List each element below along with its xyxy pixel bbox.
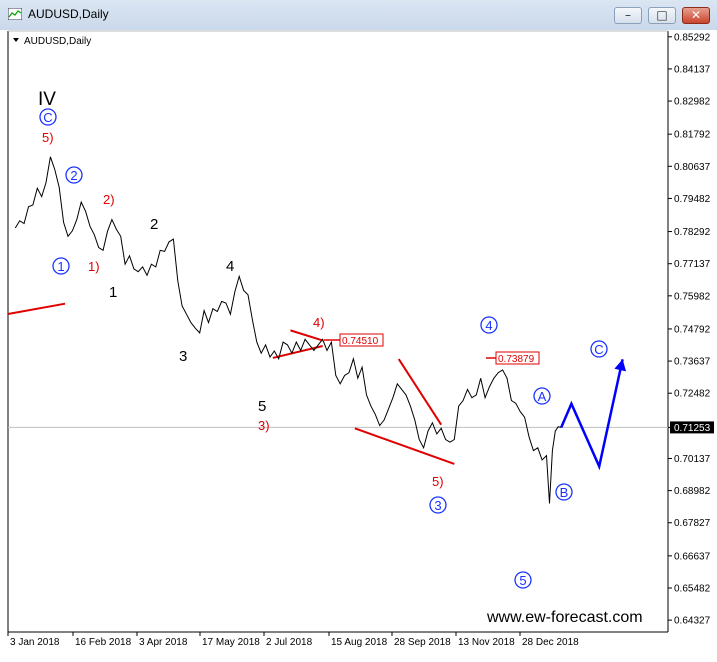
date-tick-label: 15 Aug 2018 xyxy=(331,637,388,648)
wave-label-red-4: 4) xyxy=(313,315,325,330)
date-tick-label: 28 Sep 2018 xyxy=(394,637,451,648)
svg-text:C: C xyxy=(43,110,52,125)
current-price-label: 0.71253 xyxy=(674,423,711,434)
price-chart[interactable]: 0.85292 0.84137 0.82982 0.81792 0.80637 0.794… xyxy=(0,30,717,658)
wave-label-red-5-low: 5) xyxy=(432,474,444,489)
price-tick-label: 0.80637 xyxy=(674,162,711,173)
price-tick-label: 0.73637 xyxy=(674,357,711,368)
wave-label-red-3: 3) xyxy=(258,418,270,433)
price-tick-label: 0.82982 xyxy=(674,97,711,108)
price-tick-label: 0.75982 xyxy=(674,291,711,302)
price-tick-label: 0.81792 xyxy=(674,130,711,141)
maximize-icon: □ xyxy=(656,8,668,22)
svg-text:A: A xyxy=(538,389,547,404)
svg-text:5: 5 xyxy=(519,573,526,588)
price-tick-label: 0.64327 xyxy=(674,616,711,627)
svg-text:B: B xyxy=(560,485,569,500)
chart-area[interactable]: 0.85292 0.84137 0.82982 0.81792 0.80637 0.794… xyxy=(0,30,717,658)
price-tick-label: 0.68982 xyxy=(674,486,711,497)
price-tick-label: 0.78292 xyxy=(674,227,711,238)
price-tick-label: 0.79482 xyxy=(674,194,711,205)
minimize-button[interactable]: – xyxy=(614,7,642,24)
symbol-label: AUDUSD,Daily xyxy=(24,36,91,47)
wave-label-black-3: 3 xyxy=(179,348,187,365)
svg-text:C: C xyxy=(594,342,603,357)
price-box-text: 0.74510 xyxy=(342,336,379,347)
price-tick-label: 0.72482 xyxy=(674,389,711,400)
date-tick-label: 16 Feb 2018 xyxy=(75,637,132,648)
svg-text:3: 3 xyxy=(434,498,441,513)
wave-label-red-2: 2) xyxy=(103,192,115,207)
close-button[interactable]: ✕ xyxy=(682,7,710,24)
wave-label-black-1: 1 xyxy=(109,284,117,301)
price-tick-label: 0.85292 xyxy=(674,32,711,43)
wave-label-black-2: 2 xyxy=(150,216,158,233)
price-tick-label: 0.74792 xyxy=(674,324,711,335)
price-tick-label: 0.77137 xyxy=(674,259,711,270)
price-tick-label: 0.84137 xyxy=(674,64,711,75)
date-tick-label: 2 Jul 2018 xyxy=(266,637,313,648)
current-price-marker: 0.71253 xyxy=(670,421,714,434)
close-icon: ✕ xyxy=(690,8,702,22)
date-tick-label: 3 Jan 2018 xyxy=(10,637,60,648)
watermark: www.ew-forecast.com xyxy=(486,609,643,626)
svg-text:4: 4 xyxy=(485,318,492,333)
svg-text:1: 1 xyxy=(57,259,64,274)
minimize-icon: – xyxy=(625,8,631,22)
price-box-text: 0.73879 xyxy=(498,354,535,365)
wave-label-black-5: 5 xyxy=(258,398,266,415)
wave-label-red-1: 1) xyxy=(88,259,100,274)
price-tick-label: 0.70137 xyxy=(674,454,711,465)
price-tick-label: 0.66637 xyxy=(674,551,711,562)
window-titlebar: AUDUSD,Daily – □ ✕ xyxy=(0,0,717,31)
price-tick-label: 0.67827 xyxy=(674,518,711,529)
wave-label-IV: IV xyxy=(38,89,56,110)
chart-app-icon xyxy=(8,8,22,20)
maximize-button[interactable]: □ xyxy=(648,7,676,24)
window-title: AUDUSD,Daily xyxy=(28,7,109,21)
wave-label-red-5: 5) xyxy=(42,130,54,145)
date-tick-label: 28 Dec 2018 xyxy=(522,637,579,648)
date-tick-label: 13 Nov 2018 xyxy=(458,637,515,648)
date-tick-label: 17 May 2018 xyxy=(202,637,260,648)
wave-label-black-4: 4 xyxy=(226,258,234,275)
date-tick-label: 3 Apr 2018 xyxy=(139,637,188,648)
svg-text:2: 2 xyxy=(70,168,77,183)
price-tick-label: 0.65482 xyxy=(674,583,711,594)
